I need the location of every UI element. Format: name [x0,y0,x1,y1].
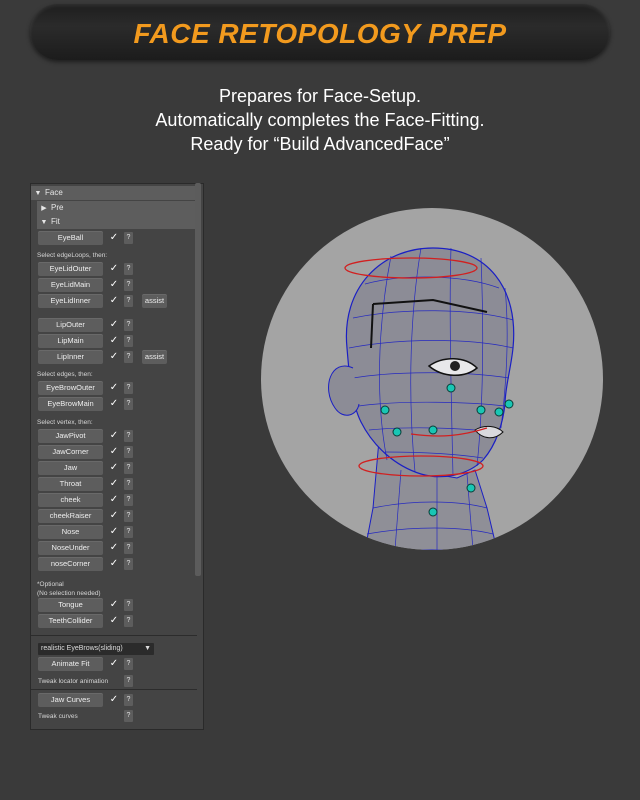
description-line-1: Prepares for Face-Setup. [218,86,422,106]
eyebrow-outer-help-button[interactable]: ? [124,382,133,394]
page-title: FACE RETOPOLOGY PREP [133,18,507,49]
cheek-raiser-help-button[interactable]: ? [124,510,133,522]
jaw-pivot-button[interactable]: JawPivot [38,429,103,443]
teeth-collider-check-icon[interactable]: ✓ [108,615,120,627]
section-face[interactable]: ▼ Face [31,186,197,200]
teeth-collider-button[interactable]: TeethCollider [38,614,103,628]
vertex-instruction: Select vertex, then: [37,419,93,426]
nose-under-help-button[interactable]: ? [124,542,133,554]
jaw-curves-help-button[interactable]: ? [124,694,133,706]
throat-check-icon[interactable]: ✓ [108,478,120,490]
lip-outer-help-button[interactable]: ? [124,319,133,331]
tongue-check-icon[interactable]: ✓ [108,599,120,611]
head-mesh-illustration [328,247,515,550]
eyebrow-main-button[interactable]: EyeBrowMain [38,397,103,411]
lip-inner-button[interactable]: LipInner [38,350,103,364]
jaw-check-icon[interactable]: ✓ [108,462,120,474]
eyelid-inner-help-button[interactable]: ? [124,295,133,307]
nose-corner-button[interactable]: noseCorner [38,557,103,571]
face-tool-panel: ▼ Face ▶ Pre ▼ Fit EyeBall ✓ ? Select edgeL… [30,183,204,730]
optional-label: *Optional [37,581,64,588]
eyebrows-mode-select[interactable]: realistic EyeBrows(sliding) ▼ [38,643,154,655]
animate-fit-check-icon[interactable]: ✓ [108,658,120,670]
lip-main-check-icon[interactable]: ✓ [108,335,120,347]
throat-help-button[interactable]: ? [124,478,133,490]
edges-instruction: Select edges, then: [37,371,93,378]
lip-main-help-button[interactable]: ? [124,335,133,347]
nose-under-button[interactable]: NoseUnder [38,541,103,555]
eyebrow-main-help-button[interactable]: ? [124,398,133,410]
teeth-collider-help-button[interactable]: ? [124,615,133,627]
lip-inner-check-icon[interactable]: ✓ [108,351,120,363]
jaw-curves-check-icon[interactable]: ✓ [108,694,120,706]
tongue-help-button[interactable]: ? [124,599,133,611]
title-bar: FACE RETOPOLOGY PREP [30,4,610,60]
collapse-arrow-icon: ▼ [34,190,42,197]
tweak-curves-help-button[interactable]: ? [124,710,133,722]
eyelid-inner-button[interactable]: EyeLidInner [38,294,103,308]
eyelid-main-check-icon[interactable]: ✓ [108,279,120,291]
chevron-down-icon: ▼ [144,645,151,652]
jaw-pivot-help-button[interactable]: ? [124,430,133,442]
jaw-pivot-check-icon[interactable]: ✓ [108,430,120,442]
animate-fit-help-button[interactable]: ? [124,658,133,670]
lip-main-button[interactable]: LipMain [38,334,103,348]
eyeball-button[interactable]: EyeBall [38,231,103,245]
divider [31,689,197,690]
viewport-circle [261,208,603,550]
eyelid-main-help-button[interactable]: ? [124,279,133,291]
panel-scrollbar[interactable] [195,183,201,576]
jaw-corner-check-icon[interactable]: ✓ [108,446,120,458]
nose-check-icon[interactable]: ✓ [108,526,120,538]
eyelid-outer-help-button[interactable]: ? [124,263,133,275]
eyeball-check-icon[interactable]: ✓ [108,232,120,244]
cheek-check-icon[interactable]: ✓ [108,494,120,506]
cheek-raiser-button[interactable]: cheekRaiser [38,509,103,523]
description-line-2: Automatically completes the Face-Fitting… [155,110,485,130]
collapse-arrow-icon: ▼ [40,219,48,226]
nose-under-check-icon[interactable]: ✓ [108,542,120,554]
section-fit[interactable]: ▼ Fit [37,215,197,229]
eyelid-outer-check-icon[interactable]: ✓ [108,263,120,275]
eyebrow-outer-check-icon[interactable]: ✓ [108,382,120,394]
cheek-raiser-check-icon[interactable]: ✓ [108,510,120,522]
eyebrow-main-check-icon[interactable]: ✓ [108,398,120,410]
tweak-curves-label: Tweak curves [38,713,78,720]
divider [31,635,197,636]
nose-corner-check-icon[interactable]: ✓ [108,558,120,570]
expand-arrow-icon: ▶ [41,205,47,212]
eyebrow-outer-button[interactable]: EyeBrowOuter [38,381,103,395]
no-selection-label: (No selection needed) [37,590,101,597]
eyelid-assist-button[interactable]: assist [142,294,167,308]
eyelid-main-button[interactable]: EyeLidMain [38,278,103,292]
throat-button[interactable]: Throat [38,477,103,491]
animate-fit-button[interactable]: Animate Fit [38,657,103,671]
eyelid-outer-button[interactable]: EyeLidOuter [38,262,103,276]
lip-outer-check-icon[interactable]: ✓ [108,319,120,331]
nose-help-button[interactable]: ? [124,526,133,538]
cheek-help-button[interactable]: ? [124,494,133,506]
jaw-corner-button[interactable]: JawCorner [38,445,103,459]
jaw-curves-button[interactable]: Jaw Curves [38,693,103,707]
edgeloops-instruction: Select edgeLoops, then: [37,252,108,259]
nose-corner-help-button[interactable]: ? [124,558,133,570]
lip-assist-button[interactable]: assist [142,350,167,364]
eyeball-help-button[interactable]: ? [124,232,133,244]
jaw-help-button[interactable]: ? [124,462,133,474]
jaw-corner-help-button[interactable]: ? [124,446,133,458]
eyelid-inner-check-icon[interactable]: ✓ [108,295,120,307]
tweak-locator-help-button[interactable]: ? [124,675,133,687]
section-pre[interactable]: ▶ Pre [37,201,197,215]
lip-outer-button[interactable]: LipOuter [38,318,103,332]
tweak-locator-label: Tweak locator animation [38,678,109,685]
description-line-3: Ready for “Build AdvancedFace” [190,134,450,154]
jaw-button[interactable]: Jaw [38,461,103,475]
tongue-button[interactable]: Tongue [38,598,103,612]
nose-button[interactable]: Nose [38,525,103,539]
cheek-button[interactable]: cheek [38,493,103,507]
lip-inner-help-button[interactable]: ? [124,351,133,363]
